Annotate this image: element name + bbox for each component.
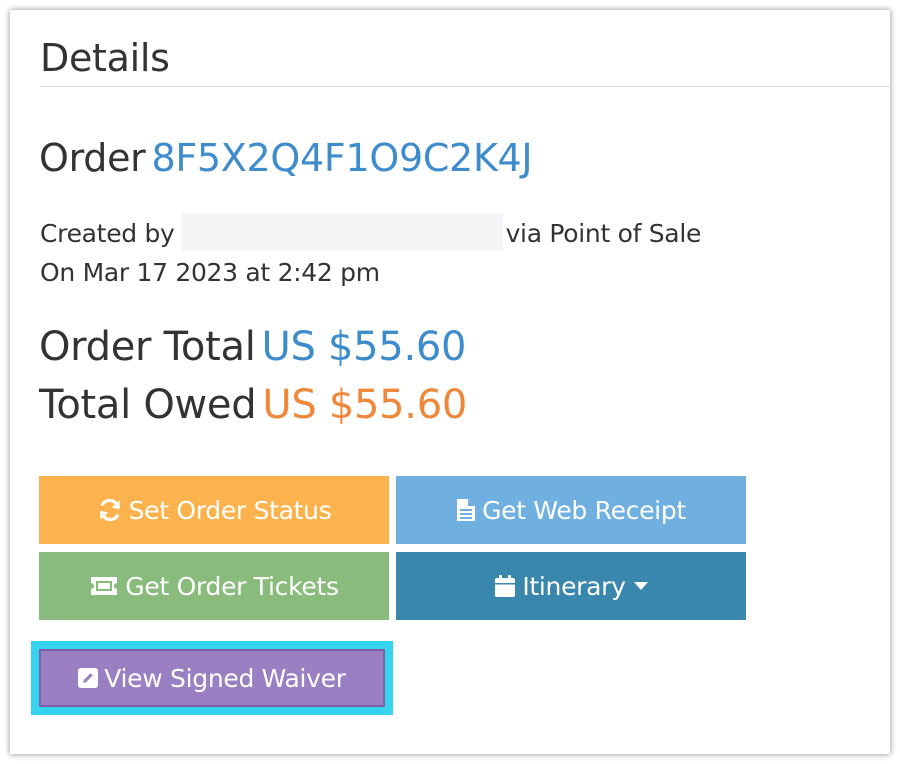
created-by-line: Created by via Point of Sale <box>40 213 702 254</box>
total-owed-label: Total Owed <box>39 382 257 428</box>
total-owed-line: Total Owed US $55.60 <box>39 382 467 428</box>
order-heading: Order 8F5X2Q4F1O9C2K4J <box>39 136 533 180</box>
created-by-suffix: via Point of Sale <box>505 219 702 248</box>
view-signed-waiver-label: View Signed Waiver <box>104 663 346 693</box>
order-total-line: Order Total US $55.60 <box>39 324 466 370</box>
itinerary-dropdown-button[interactable]: Itinerary <box>396 552 746 620</box>
details-panel: Details Order 8F5X2Q4F1O9C2K4J Created by… <box>10 10 892 754</box>
itinerary-label: Itinerary <box>522 571 626 601</box>
created-by-prefix: Created by <box>40 219 175 248</box>
get-order-tickets-button[interactable]: Get Order Tickets <box>39 552 389 620</box>
file-text-icon <box>456 498 476 522</box>
redacted-user-name <box>180 213 503 251</box>
order-label: Order <box>39 136 146 180</box>
set-order-status-button[interactable]: Set Order Status <box>39 476 389 544</box>
ticket-icon <box>89 575 119 597</box>
view-signed-waiver-button[interactable]: View Signed Waiver <box>39 649 385 707</box>
get-order-tickets-label: Get Order Tickets <box>125 571 339 601</box>
set-order-status-label: Set Order Status <box>128 495 332 525</box>
order-total-label: Order Total <box>39 324 256 370</box>
panel-title: Details <box>40 36 170 80</box>
caret-down-icon <box>633 581 648 591</box>
order-id-link[interactable]: 8F5X2Q4F1O9C2K4J <box>152 136 533 180</box>
get-web-receipt-label: Get Web Receipt <box>482 495 686 525</box>
get-web-receipt-button[interactable]: Get Web Receipt <box>396 476 746 544</box>
refresh-icon <box>97 498 123 522</box>
total-owed-value: US $55.60 <box>262 382 467 428</box>
order-total-value: US $55.60 <box>261 324 467 370</box>
created-on-line: On Mar 17 2023 at 2:42 pm <box>40 258 380 287</box>
calendar-icon <box>494 574 516 598</box>
edit-icon <box>78 668 99 688</box>
title-divider <box>40 86 892 87</box>
